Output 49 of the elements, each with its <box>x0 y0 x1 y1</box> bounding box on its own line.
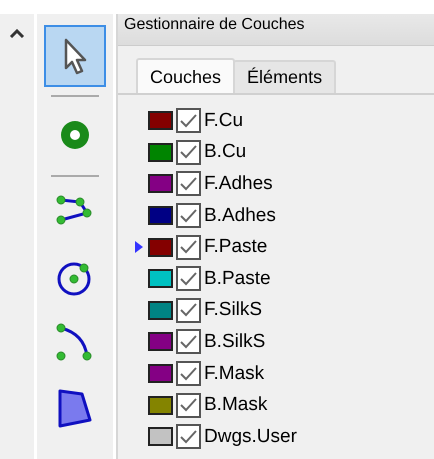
checkmark-icon <box>180 303 197 318</box>
checkmark-icon <box>180 145 197 160</box>
visibility-checkbox[interactable] <box>176 298 201 323</box>
layer-color-swatch[interactable] <box>148 364 173 384</box>
tab[interactable]: Éléments <box>233 60 336 93</box>
layer-color-swatch[interactable] <box>148 206 173 226</box>
layer-name[interactable]: F.SilkS <box>204 299 262 322</box>
layer-name[interactable]: B.Paste <box>204 268 271 290</box>
panel-title: Gestionnaire de Couches <box>118 14 434 46</box>
collapse-icon[interactable] <box>9 28 25 38</box>
visibility-checkbox[interactable] <box>176 266 201 292</box>
checkmark-icon <box>180 334 197 349</box>
visibility-checkbox[interactable] <box>176 108 201 134</box>
checkmark-icon <box>180 430 197 444</box>
visibility-checkbox[interactable] <box>176 171 201 196</box>
layer-name[interactable]: Dwgs.User <box>204 426 297 448</box>
layer-color-swatch[interactable] <box>148 396 173 415</box>
layer-color-swatch[interactable] <box>148 174 173 194</box>
layer-color-swatch[interactable] <box>148 142 173 162</box>
checkmark-icon <box>180 240 197 254</box>
checkmark-icon <box>180 176 197 191</box>
layer-name[interactable]: B.Mask <box>204 394 268 416</box>
visibility-checkbox[interactable] <box>176 424 201 450</box>
visibility-checkbox[interactable] <box>176 392 201 418</box>
select-tool-button[interactable] <box>44 25 106 87</box>
layer-color-swatch[interactable] <box>148 427 173 446</box>
layer-name[interactable]: F.Paste <box>204 236 268 258</box>
layer-color-swatch[interactable] <box>148 238 173 257</box>
layer-name[interactable]: F.Mask <box>204 362 264 385</box>
checkmark-icon <box>180 398 197 412</box>
layer-color-swatch[interactable] <box>148 300 173 320</box>
layer-name[interactable]: F.Adhes <box>204 172 273 195</box>
layer-name[interactable]: B.Adhes <box>204 204 276 227</box>
visibility-checkbox[interactable] <box>176 329 201 354</box>
layer-name[interactable]: B.Cu <box>204 141 246 164</box>
layer-name[interactable]: F.Cu <box>204 110 244 132</box>
layer-name[interactable]: B.SilkS <box>204 330 266 353</box>
visibility-checkbox[interactable] <box>176 361 201 386</box>
checkmark-icon <box>180 366 197 381</box>
visibility-checkbox[interactable] <box>176 140 201 165</box>
tab[interactable]: Couches <box>136 58 236 93</box>
visibility-checkbox[interactable] <box>176 203 201 228</box>
checkmark-icon <box>180 208 197 223</box>
layer-color-swatch[interactable] <box>148 332 173 352</box>
visibility-checkbox[interactable] <box>176 234 201 260</box>
layer-color-swatch[interactable] <box>148 111 173 130</box>
checkmark-icon <box>180 272 197 286</box>
layer-color-swatch[interactable] <box>148 269 173 288</box>
checkmark-icon <box>180 114 197 128</box>
